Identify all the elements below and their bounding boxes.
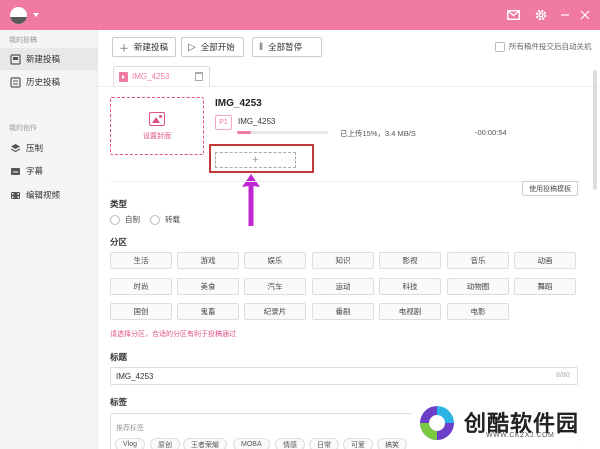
- sidebar-item-label: 历史投稿: [26, 77, 61, 87]
- title-char-count: 8/80: [556, 372, 570, 379]
- file-tab[interactable]: IMG_4253: [113, 66, 210, 86]
- add-part-button[interactable]: +: [215, 152, 296, 168]
- image-icon: [149, 111, 165, 126]
- subtitle-icon: [10, 166, 21, 177]
- radio-circle[interactable]: [110, 214, 120, 225]
- auto-shutdown-checkbox[interactable]: [495, 41, 505, 52]
- zone-button[interactable]: 动画: [514, 252, 576, 269]
- pause-icon: ‖: [259, 41, 264, 53]
- tags-label: 标签: [110, 397, 128, 407]
- zone-hint: 请选择分区，合适的分区有利于投稿通过: [110, 331, 236, 338]
- title-bar: [0, 0, 600, 30]
- title-input[interactable]: [110, 367, 578, 385]
- zone-button[interactable]: 电影: [447, 303, 509, 320]
- zone-button[interactable]: 番剧: [312, 303, 374, 320]
- app-logo[interactable]: [10, 7, 27, 24]
- close-icon[interactable]: [577, 7, 593, 23]
- zone-label: 分区: [110, 237, 128, 247]
- zone-button[interactable]: 动物圈: [447, 278, 509, 295]
- zone-button[interactable]: 舞蹈: [514, 278, 576, 295]
- video-title: IMG_4253: [215, 98, 262, 109]
- sidebar-item-edit-video[interactable]: 编辑视频: [0, 184, 97, 206]
- zone-button[interactable]: 音乐: [447, 252, 509, 269]
- type-radio-original[interactable]: 自制: [110, 214, 140, 225]
- upload-progress-fill: [237, 131, 251, 134]
- tag-chip[interactable]: MOBA: [233, 438, 270, 449]
- upload-time-remaining: -00:00:54: [475, 128, 507, 137]
- auto-shutdown-option[interactable]: 所有稿件投交后自动关机: [495, 41, 592, 52]
- video-file-icon: [119, 71, 128, 82]
- gear-icon[interactable]: [533, 7, 549, 23]
- new-submission-button[interactable]: ＋ 新建投稿: [112, 37, 176, 57]
- zone-button[interactable]: 鬼畜: [177, 303, 239, 320]
- zone-button[interactable]: 运动: [312, 278, 374, 295]
- tag-chip[interactable]: 情感: [275, 438, 305, 449]
- tag-chip[interactable]: Vlog: [115, 438, 146, 449]
- type-radio-repost[interactable]: 转载: [150, 214, 180, 225]
- watermark-url: WWW.CKZXJ.COM: [486, 432, 555, 439]
- part-name: IMG_4253: [238, 117, 276, 126]
- upload-icon: [10, 53, 21, 65]
- sidebar-item-label: 编辑视频: [26, 190, 61, 200]
- upload-status: 已上传15%，3.4 MB/S: [340, 129, 416, 138]
- zone-button[interactable]: 知识: [312, 252, 374, 269]
- tag-chip[interactable]: 可爱: [343, 438, 373, 449]
- minimize-icon[interactable]: [557, 7, 573, 23]
- file-tab-name: IMG_4253: [132, 72, 170, 81]
- tag-chip[interactable]: 日常: [309, 438, 339, 449]
- sidebar-section-my-creation: 我的创作: [9, 125, 37, 132]
- play-icon: ▷: [188, 41, 196, 53]
- sidebar-item-label: 字幕: [26, 166, 44, 176]
- chevron-down-icon[interactable]: [33, 13, 39, 17]
- tag-chip[interactable]: 搞笑: [377, 438, 407, 449]
- zone-button[interactable]: 美食: [177, 278, 239, 295]
- section-divider: [110, 181, 580, 182]
- zone-button[interactable]: 纪录片: [244, 303, 306, 320]
- upload-progress-bar: [237, 131, 328, 134]
- scrollbar-thumb[interactable]: [593, 70, 597, 190]
- zone-button[interactable]: 电视剧: [379, 303, 441, 320]
- sidebar-item-label: 压制: [26, 143, 44, 153]
- set-cover-button[interactable]: 设置封面: [110, 97, 204, 155]
- zone-button[interactable]: 时尚: [110, 278, 172, 295]
- zone-button[interactable]: 科技: [379, 278, 441, 295]
- sidebar-item-compress[interactable]: 压制: [0, 137, 97, 159]
- sidebar-item-history[interactable]: 历史投稿: [0, 71, 97, 93]
- watermark-logo-icon: [420, 406, 454, 440]
- zone-button[interactable]: 汽车: [244, 278, 306, 295]
- tags-recommend-label: 推荐标签: [116, 425, 144, 432]
- tag-chip[interactable]: 王者荣耀: [183, 438, 227, 449]
- zone-button[interactable]: 游戏: [177, 252, 239, 269]
- tag-chip[interactable]: 原创: [150, 438, 180, 449]
- mail-icon[interactable]: [505, 7, 521, 23]
- zone-button[interactable]: 生活: [110, 252, 172, 269]
- trash-icon[interactable]: [195, 72, 203, 81]
- part-badge: P1: [215, 115, 232, 130]
- radio-circle[interactable]: [150, 214, 160, 225]
- zone-button[interactable]: 影视: [379, 252, 441, 269]
- plus-icon: ＋: [119, 43, 129, 55]
- layers-icon: [10, 143, 21, 154]
- sidebar-item-label: 新建投稿: [26, 54, 61, 64]
- sidebar-item-new-submission[interactable]: 新建投稿: [0, 48, 97, 70]
- zone-button[interactable]: 娱乐: [244, 252, 306, 269]
- start-all-button[interactable]: ▷ 全部开始: [181, 37, 244, 57]
- tab-divider: [98, 86, 600, 87]
- type-label: 类型: [110, 199, 128, 209]
- use-template-button[interactable]: 使用投稿模板: [522, 181, 578, 196]
- history-icon: [10, 76, 21, 88]
- pause-all-button[interactable]: ‖ 全部暂停: [252, 37, 322, 57]
- sidebar-item-subtitle[interactable]: 字幕: [0, 160, 97, 182]
- sidebar-section-my-submissions: 我的投稿: [9, 37, 37, 44]
- zone-button[interactable]: 国创: [110, 303, 172, 320]
- film-icon: [10, 190, 21, 201]
- title-label: 标题: [110, 352, 128, 362]
